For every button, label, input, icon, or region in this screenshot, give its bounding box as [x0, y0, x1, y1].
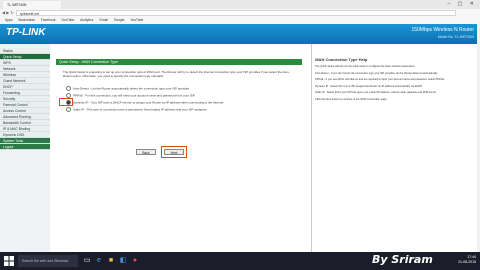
help-body: The Quick Setup will tell you the quick …	[315, 65, 475, 105]
bookmark-item[interactable]: Gmail	[99, 18, 108, 22]
store-icon[interactable]: ◧	[118, 255, 128, 267]
address-bar[interactable]: tplinkwifi.net	[16, 10, 456, 16]
help-paragraph: Auto-Detect - If you don't know the conn…	[315, 71, 438, 75]
bookmark-item[interactable]: Facebook	[41, 18, 55, 22]
help-paragraph: Dynamic IP - Select this if your ISP ass…	[315, 84, 423, 88]
option-static-ip[interactable]: Static IP - This type of connection uses…	[66, 107, 296, 112]
taskbar-search-input[interactable]: Search the web and Windows	[18, 255, 78, 267]
next-button[interactable]: Next	[164, 149, 184, 155]
nav-buttons-icon[interactable]: ◀ ▶ ↻	[2, 10, 14, 15]
browser-tab-bar	[0, 0, 480, 9]
section-title: Quick Setup - WAN Connection Type	[56, 59, 302, 65]
sidebar: Status Quick Setup WPS Network Wireless …	[0, 44, 50, 252]
sidebar-item-logout[interactable]: Logout	[0, 144, 50, 150]
windows-start-icon[interactable]	[4, 256, 14, 266]
bookmark-item[interactable]: Analytics	[80, 18, 93, 22]
bookmark-item[interactable]: Apps	[5, 18, 13, 22]
router-header	[0, 24, 480, 44]
help-paragraph: PPPoE - If you use ADSL with dial-up and…	[315, 78, 445, 82]
help-paragraph: Static IP - Select this if your ISP has …	[315, 91, 437, 95]
chrome-icon[interactable]: ●	[130, 255, 140, 267]
product-title: 150Mbps Wireless N Router	[411, 27, 474, 33]
option-dynamic-ip[interactable]: Dynamic IP - Your ISP uses a DHCP servic…	[66, 100, 296, 105]
radio-button[interactable]	[66, 86, 71, 91]
radio-button[interactable]	[66, 107, 71, 112]
bookmark-item[interactable]: YouTube	[61, 18, 74, 22]
brand-logo: TP-LINK	[6, 27, 46, 38]
option-pppoe[interactable]: PPPoE - For this connection, you will ne…	[66, 93, 296, 98]
clock[interactable]: 17:44 21-08-2015	[458, 255, 476, 265]
help-paragraph: The Quick Setup will tell you the quick …	[315, 65, 416, 68]
option-label: Static IP - This type of connection uses…	[73, 107, 208, 112]
clock-date: 21-08-2015	[458, 260, 476, 264]
option-auto-detect[interactable]: Auto-Detect - Let the Router automatical…	[66, 86, 296, 91]
help-title: WAN Connection Type Help	[315, 57, 368, 62]
browser-tab[interactable]: TL-WR740N	[3, 1, 61, 9]
intro-text: The Quick Setup is preparing to set up y…	[63, 70, 290, 78]
help-paragraph: Click the Next button to continue to the…	[315, 97, 388, 101]
option-label: Auto-Detect - Let the Router automatical…	[73, 86, 191, 91]
folder-icon[interactable]: ■	[106, 255, 116, 267]
edge-icon[interactable]: e	[94, 255, 104, 267]
bookmark-item[interactable]: YouTube	[130, 18, 143, 22]
window-controls[interactable]: – ▢ ✕	[448, 1, 477, 7]
bookmark-item[interactable]: Bookmarks	[18, 18, 35, 22]
task-view-icon[interactable]: ▭	[82, 255, 92, 267]
back-button[interactable]: Back	[136, 149, 156, 155]
option-label: PPPoE - For this connection, you will ne…	[73, 93, 196, 98]
option-label: Dynamic IP - Your ISP uses a DHCP servic…	[73, 100, 225, 105]
model-number: Model No. TL-WR740N	[437, 35, 474, 39]
watermark: By Sriram	[372, 253, 433, 266]
bookmark-item[interactable]: Google	[114, 18, 125, 22]
highlight-box	[59, 98, 73, 106]
